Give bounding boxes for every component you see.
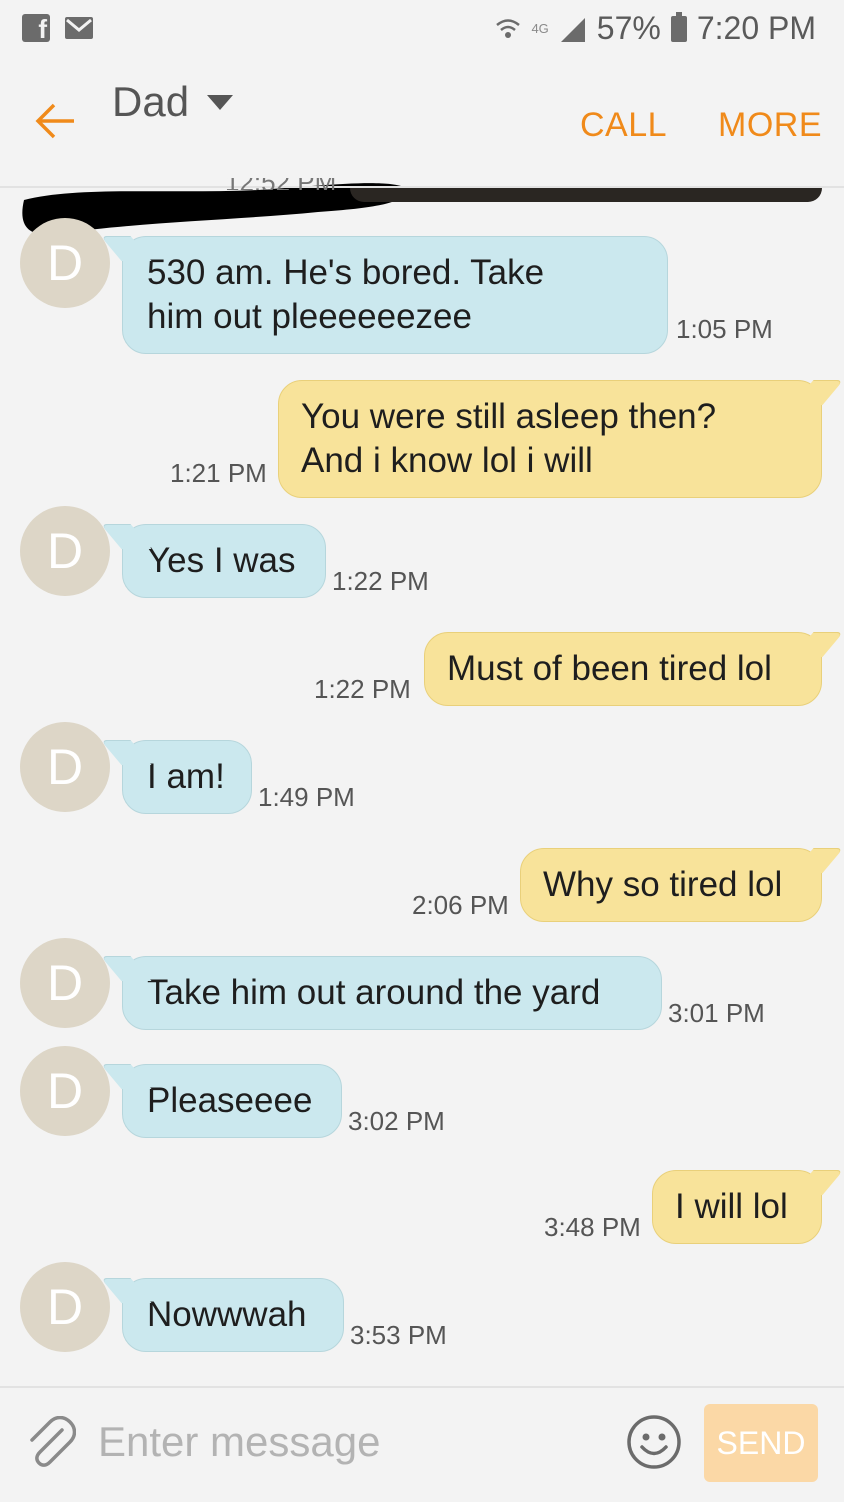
status-bar: f 4G 57% 7:20 PM	[0, 0, 844, 58]
message-line: Take him out around the yard	[147, 973, 601, 1012]
message-time: 2:06 PM	[412, 890, 509, 920]
message-line: Why so tired lol	[543, 865, 783, 904]
incoming-message[interactable]: Take him out around the yard	[122, 956, 662, 1030]
avatar[interactable]: D	[20, 938, 110, 1028]
avatar[interactable]: D	[20, 722, 110, 812]
incoming-message[interactable]: Pleaseeee	[122, 1064, 342, 1138]
message-time: 1:49 PM	[258, 782, 355, 812]
incoming-message[interactable]: 530 am. He's bored. Take him out pleeeee…	[122, 236, 668, 354]
message-line: I am!	[147, 757, 225, 796]
message-time: 3:02 PM	[348, 1106, 445, 1136]
message-line: 530 am. He's bored. Take	[147, 253, 545, 292]
outgoing-message[interactable]: You were still asleep then? And i know l…	[278, 380, 822, 498]
message-time: 1:22 PM	[332, 566, 429, 596]
avatar[interactable]: D	[20, 1046, 110, 1136]
message-line: Nowwwah	[147, 1295, 307, 1334]
contact-name: Dad	[112, 78, 190, 125]
avatar[interactable]: D	[20, 506, 110, 596]
message-input[interactable]	[98, 1418, 598, 1466]
avatar[interactable]: D	[20, 1262, 110, 1352]
outgoing-message[interactable]: Why so tired lol	[520, 848, 822, 922]
outgoing-message[interactable]: I will lol	[652, 1170, 822, 1244]
signal-icon	[560, 17, 585, 42]
incoming-message[interactable]: Nowwwah	[122, 1278, 344, 1352]
message-time: 1:05 PM	[676, 314, 773, 344]
more-button[interactable]: MORE	[718, 106, 822, 145]
call-button[interactable]: CALL	[580, 106, 667, 145]
message-time: 12:52 PM	[225, 178, 336, 190]
message-line: him out pleeeeeezee	[147, 297, 472, 336]
outgoing-message[interactable]: Must of been tired lol	[424, 632, 822, 706]
incoming-message[interactable]: Yes I was	[122, 524, 326, 598]
attachment-icon[interactable]	[24, 1416, 76, 1468]
conversation-header: Dad CALL MORE	[0, 58, 844, 235]
message-line: I will lol	[675, 1187, 788, 1226]
message-line: You were still asleep then?	[301, 397, 717, 436]
contact-title[interactable]: Dad	[112, 78, 234, 126]
message-time: 1:21 PM	[170, 458, 267, 488]
chevron-down-icon[interactable]	[207, 94, 234, 110]
battery-icon	[670, 11, 687, 42]
message-line: Pleaseeee	[147, 1081, 313, 1120]
message-time: 3:01 PM	[668, 998, 765, 1028]
compose-bar: SEND	[0, 1386, 844, 1502]
incoming-message[interactable]: I am!	[122, 740, 252, 814]
message-time: 3:53 PM	[350, 1320, 447, 1350]
network-type: 4G	[531, 21, 549, 36]
send-button[interactable]: SEND	[704, 1404, 818, 1482]
message-time: 1:22 PM	[314, 674, 411, 704]
mail-icon	[65, 17, 93, 39]
battery-percent: 57%	[596, 10, 661, 46]
message-line: Yes I was	[147, 541, 296, 580]
emoji-icon[interactable]	[626, 1414, 682, 1470]
message-time: 3:48 PM	[544, 1212, 641, 1242]
message-line: And i know lol i will	[301, 441, 593, 480]
facebook-icon: f	[22, 14, 50, 44]
image-attachment[interactable]	[350, 188, 822, 202]
back-arrow-icon[interactable]	[34, 100, 76, 142]
message-line: Must of been tired lol	[447, 649, 772, 688]
wifi-icon	[496, 18, 521, 38]
avatar[interactable]: D	[20, 218, 110, 308]
status-time: 7:20 PM	[696, 10, 816, 46]
